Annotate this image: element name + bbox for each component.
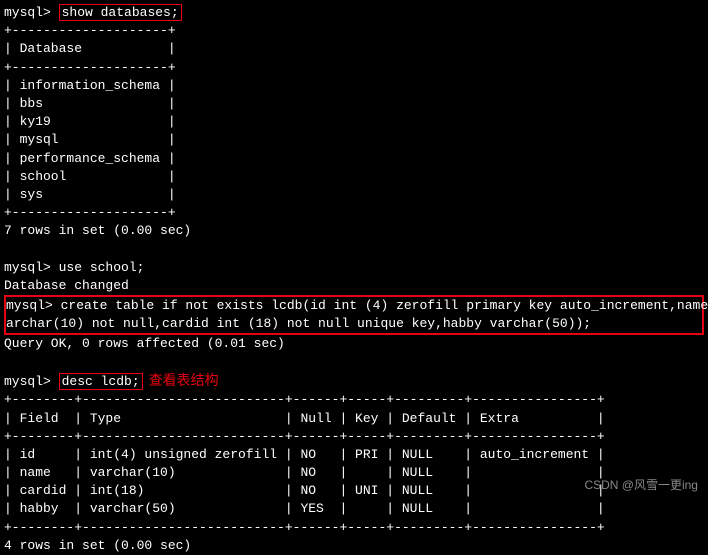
db-table-row: | ky19 | <box>4 113 704 131</box>
db-table-border: +--------------------+ <box>4 22 704 40</box>
create-line2: archar(10) not null,cardid int (18) not … <box>6 315 702 333</box>
db-table-row: | sys | <box>4 186 704 204</box>
highlight-show-databases: show databases; <box>59 4 182 21</box>
watermark: CSDN @风雪一更ing <box>584 477 698 494</box>
terminal[interactable]: mysql> show databases; +----------------… <box>4 4 704 555</box>
db-table-summary: 7 rows in set (0.00 sec) <box>4 222 704 240</box>
create-line1: mysql> create table if not exists lcdb(i… <box>6 297 702 315</box>
db-table-row: | mysql | <box>4 131 704 149</box>
cmd-show-databases: mysql> show databases; <box>4 4 704 22</box>
desc-table-border: +--------+--------------------------+---… <box>4 391 704 409</box>
desc-table-header: | Field | Type | Null | Key | Default | … <box>4 410 704 428</box>
desc-table-border: +--------+--------------------------+---… <box>4 428 704 446</box>
desc-table-row: | habby | varchar(50) | YES | | NULL | | <box>4 500 704 518</box>
prompt: mysql> <box>4 5 51 20</box>
desc-table-row: | id | int(4) unsigned zerofill | NO | P… <box>4 446 704 464</box>
cmd-use-school: mysql> use school; <box>4 259 704 277</box>
db-table-border: +--------------------+ <box>4 59 704 77</box>
db-table-border: +--------------------+ <box>4 204 704 222</box>
use-result: Database changed <box>4 277 704 295</box>
desc-table-border: +--------+--------------------------+---… <box>4 519 704 537</box>
db-table-row: | performance_schema | <box>4 150 704 168</box>
highlight-create-table: mysql> create table if not exists lcdb(i… <box>4 295 704 335</box>
create-result: Query OK, 0 rows affected (0.01 sec) <box>4 335 704 353</box>
desc-table-summary: 4 rows in set (0.00 sec) <box>4 537 704 555</box>
annotation-desc: 查看表结构 <box>149 374 219 389</box>
db-table-header: | Database | <box>4 40 704 58</box>
db-table-row: | information_schema | <box>4 77 704 95</box>
db-table-row: | bbs | <box>4 95 704 113</box>
highlight-desc-lcdb: desc lcdb; <box>59 373 143 390</box>
db-table-row: | school | <box>4 168 704 186</box>
cmd-desc-lcdb: mysql> desc lcdb;查看表结构 <box>4 372 704 392</box>
